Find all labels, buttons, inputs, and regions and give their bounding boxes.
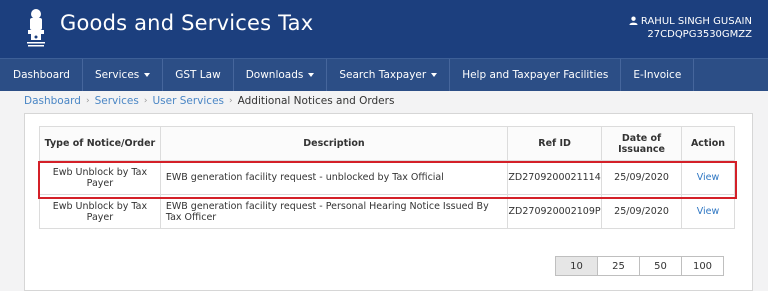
nav-downloads-label: Downloads: [245, 69, 304, 81]
header-date: Date of Issuance: [601, 126, 682, 161]
header-description: Description: [159, 126, 509, 161]
nav-e-invoice-label: E-Invoice: [633, 69, 682, 81]
site-title[interactable]: Goods and Services Tax: [60, 11, 313, 35]
cell-description: EWB generation facility request - Person…: [159, 194, 509, 229]
header-action: Action: [681, 126, 735, 161]
view-link[interactable]: View: [681, 194, 735, 229]
nav-help[interactable]: Help and Taxpayer Facilities: [450, 59, 622, 91]
notices-table: Type of Notice/Order Description Ref ID …: [39, 126, 735, 229]
breadcrumb-user-services[interactable]: User Services: [152, 95, 224, 107]
page-size-10[interactable]: 10: [555, 256, 598, 276]
cell-type: Ewb Unblock by Tax Payer: [39, 160, 161, 195]
site-header: Goods and Services Tax RAHUL SINGH GUSAI…: [0, 0, 768, 58]
caret-down-icon: [144, 73, 151, 77]
nav-search-taxpayer-label: Search Taxpayer: [339, 69, 427, 81]
user-icon: [629, 16, 638, 25]
cell-date: 25/09/2020: [601, 160, 682, 195]
nav-services[interactable]: Services: [83, 59, 164, 91]
header-type: Type of Notice/Order: [39, 126, 161, 161]
breadcrumb-separator: ›: [143, 96, 148, 106]
table-row: Ewb Unblock by Tax Payer EWB generation …: [39, 160, 735, 195]
nav-downloads[interactable]: Downloads: [234, 59, 328, 91]
nav-dashboard[interactable]: Dashboard: [0, 59, 83, 91]
nav-search-taxpayer[interactable]: Search Taxpayer: [327, 59, 451, 91]
nav-gst-law[interactable]: GST Law: [163, 59, 234, 91]
user-info[interactable]: RAHUL SINGH GUSAIN 27CDQPG3530GMZZ: [629, 15, 752, 41]
nav-e-invoice[interactable]: E-Invoice: [621, 59, 695, 91]
user-name: RAHUL SINGH GUSAIN: [640, 16, 752, 27]
page-size-25[interactable]: 25: [597, 256, 640, 276]
cell-description: EWB generation facility request - unbloc…: [159, 160, 509, 195]
nav-dashboard-label: Dashboard: [13, 69, 70, 81]
caret-down-icon: [431, 73, 438, 77]
breadcrumb-services[interactable]: Services: [95, 95, 139, 107]
header-ref-id: Ref ID: [507, 126, 603, 161]
nav-gst-law-label: GST Law: [175, 69, 221, 81]
cell-date: 25/09/2020: [601, 194, 682, 229]
main-nav: Dashboard Services GST Law Downloads Sea…: [0, 58, 768, 91]
user-gstin: 27CDQPG3530GMZZ: [647, 29, 752, 40]
page-size-50[interactable]: 50: [639, 256, 682, 276]
page-size-selector: 10 25 50 100: [555, 256, 724, 276]
cell-type: Ewb Unblock by Tax Payer: [39, 194, 161, 229]
breadcrumb-dashboard[interactable]: Dashboard: [24, 95, 81, 107]
view-link[interactable]: View: [681, 160, 735, 195]
national-emblem-icon: [27, 9, 45, 47]
caret-down-icon: [308, 73, 315, 77]
nav-services-label: Services: [94, 69, 140, 81]
breadcrumb: Dashboard › Services › User Services › A…: [24, 95, 394, 107]
table-row: Ewb Unblock by Tax Payer EWB generation …: [39, 194, 735, 229]
page-size-100[interactable]: 100: [681, 256, 724, 276]
breadcrumb-current: Additional Notices and Orders: [237, 95, 395, 107]
nav-help-label: Help and Taxpayer Facilities: [462, 69, 609, 81]
table-header-row: Type of Notice/Order Description Ref ID …: [39, 126, 735, 161]
breadcrumb-separator: ›: [85, 96, 90, 106]
cell-ref-id: ZD270920002109P: [507, 194, 603, 229]
cell-ref-id: ZD2709200021114: [507, 160, 603, 195]
breadcrumb-separator: ›: [229, 96, 233, 106]
